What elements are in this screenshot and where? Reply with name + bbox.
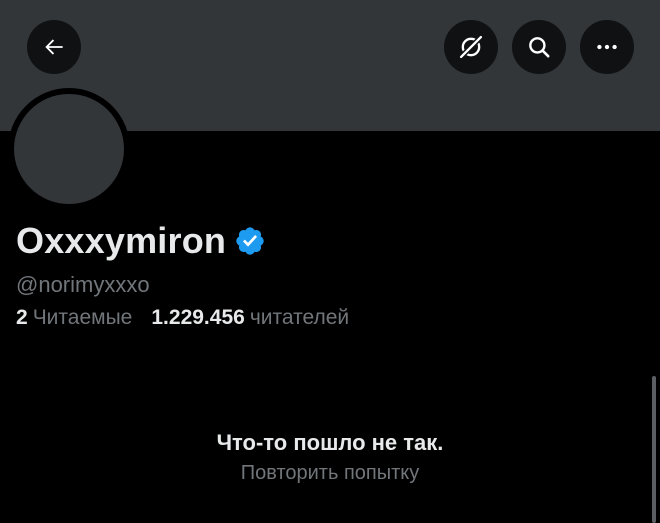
search-icon	[529, 37, 550, 58]
error-message: Что-то пошло не так.	[216, 430, 444, 455]
followers-label: читателей	[249, 306, 350, 329]
following-label: Читаемые	[32, 306, 133, 329]
retry-button[interactable]: Повторить попытку	[0, 458, 660, 488]
back-button[interactable]	[27, 20, 81, 74]
followers-link[interactable]: 1.229.456 читателей	[151, 303, 349, 333]
search-button[interactable]	[512, 20, 566, 74]
more-horizontal-icon	[597, 44, 617, 50]
profile-page: Oxxxymiron @norimyxxxo 2 Читаемые 1.229.4…	[0, 0, 660, 523]
scrollbar[interactable]	[652, 376, 656, 523]
avatar-border	[8, 88, 130, 210]
grok-button[interactable]	[444, 20, 498, 74]
grok-icon	[459, 35, 483, 59]
verified-badge-icon[interactable]	[234, 225, 266, 257]
arrow-left-icon	[45, 39, 63, 55]
following-link[interactable]: 2 Читаемые	[16, 303, 132, 333]
profile-name-row: Oxxxymiron	[16, 218, 266, 264]
more-options-button[interactable]	[580, 20, 634, 74]
avatar[interactable]	[14, 94, 124, 204]
display-name: Oxxxymiron	[16, 220, 227, 261]
followers-count: 1.229.456	[151, 306, 245, 329]
follow-stats: 2 Читаемые 1.229.456 читателей	[16, 303, 349, 333]
profile-handle: @norimyxxxo	[16, 272, 150, 297]
following-count: 2	[16, 306, 28, 329]
